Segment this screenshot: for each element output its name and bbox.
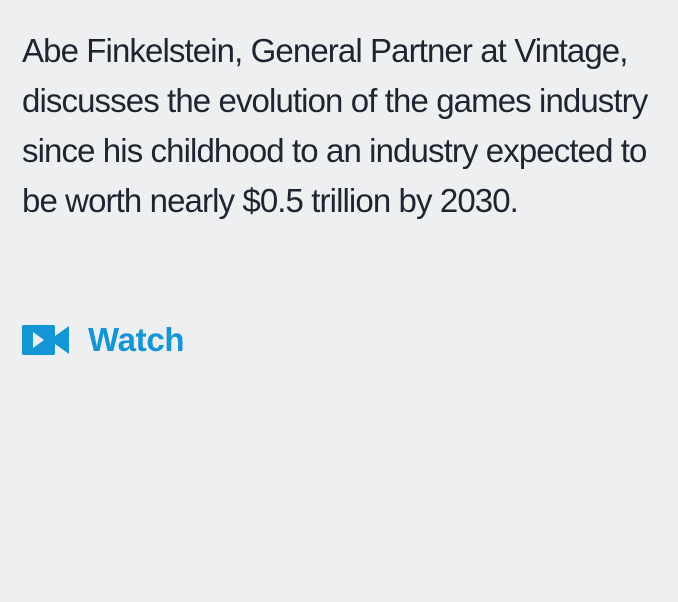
article-card: Abe Finkelstein, General Partner at Vint…: [0, 0, 678, 602]
video-camera-icon: [22, 325, 70, 355]
watch-link[interactable]: Watch: [22, 320, 185, 360]
watch-label: Watch: [88, 321, 185, 358]
article-description: Abe Finkelstein, General Partner at Vint…: [22, 32, 648, 219]
